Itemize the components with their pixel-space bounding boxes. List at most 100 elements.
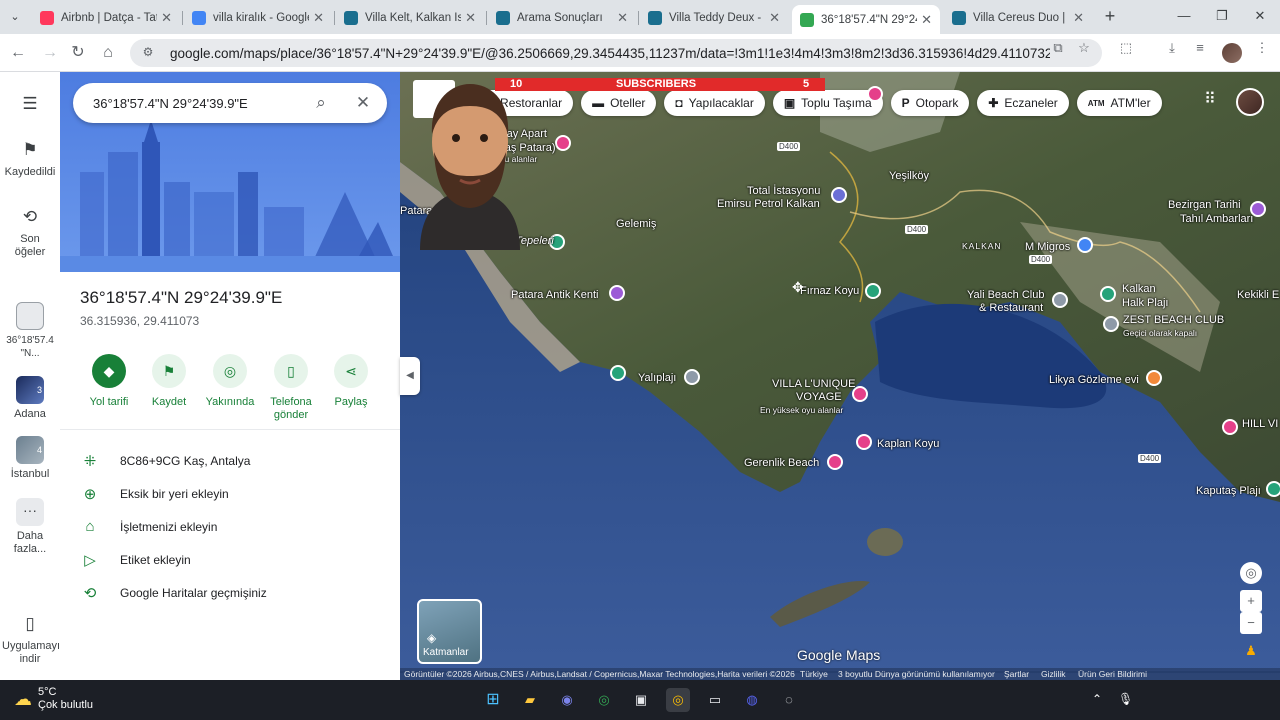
forward-icon[interactable]: →	[40, 43, 60, 63]
hotel-pin[interactable]	[555, 135, 571, 151]
address-bar[interactable]: ⚙ google.com/maps/place/36°18'57.4"N+29°…	[130, 39, 1102, 67]
nearby-button[interactable]: ◎ Yakınında	[199, 354, 261, 409]
map-label[interactable]: Total İstasyonu	[747, 185, 820, 197]
browser-tab[interactable]: Arama Sonuçları ✕	[488, 5, 636, 31]
tab-close-icon[interactable]: ✕	[769, 10, 780, 26]
google-apps-icon[interactable]: ⠿	[1200, 90, 1220, 110]
map-label[interactable]: Fırnaz Koyu	[800, 285, 859, 297]
windows-start-icon[interactable]: ⊞	[481, 688, 505, 712]
tab-close-icon[interactable]: ✕	[1073, 10, 1084, 26]
share-button[interactable]: ⋖ Paylaş	[320, 354, 382, 409]
maps-history-row[interactable]: ⟲ Google Haritalar geçmişiniz	[60, 576, 400, 609]
hotel-pin[interactable]	[1222, 419, 1238, 435]
map-label[interactable]: Kaputaş Plajı	[1196, 485, 1261, 497]
feedback-link[interactable]: Ürün Geri Bildirimi	[1078, 668, 1147, 680]
region-link[interactable]: Türkiye	[800, 668, 828, 680]
map-label[interactable]: Patara Antik Kenti	[511, 289, 598, 301]
teams-icon[interactable]: ◉	[555, 688, 579, 712]
map-label[interactable]: Kekikli E	[1237, 289, 1279, 301]
bar-pin[interactable]	[1052, 292, 1068, 308]
landmark-pin[interactable]	[609, 285, 625, 301]
install-app-icon[interactable]: ⧉	[1050, 40, 1066, 56]
media-control-icon[interactable]: ≡	[1192, 40, 1208, 56]
chrome-active-icon[interactable]: ◎	[666, 688, 690, 712]
map-label[interactable]: Kaplan Koyu	[877, 438, 939, 450]
minimize-icon[interactable]: —	[1174, 6, 1194, 26]
rail-get-app[interactable]: ▯ Uygulamayı indir	[0, 614, 60, 666]
rail-saved[interactable]: ⚑ Kaydedildi	[0, 140, 60, 179]
zoom-out-button[interactable]: −	[1240, 612, 1262, 634]
extensions-icon[interactable]: ⬚	[1118, 40, 1134, 56]
map-label[interactable]: Gelemiş	[616, 218, 656, 230]
tab-close-icon[interactable]: ✕	[161, 10, 172, 26]
send-to-phone-button[interactable]: ▯ Telefona gönder	[260, 354, 322, 422]
save-button[interactable]: ⚑ Kaydet	[138, 354, 200, 409]
map-label[interactable]: Bezirgan Tarihi	[1168, 199, 1241, 211]
map-label[interactable]: Emirsu Petrol Kalkan	[717, 198, 820, 210]
tab-search-icon[interactable]: ⌄	[6, 8, 24, 26]
obs-icon[interactable]: ◌	[777, 688, 801, 712]
maps-search-input[interactable]	[93, 95, 303, 111]
site-info-icon[interactable]: ⚙	[140, 45, 156, 61]
store-icon[interactable]: ▣	[629, 688, 653, 712]
file-explorer-icon[interactable]: ▰	[518, 688, 542, 712]
map-label[interactable]: Kalkan	[1122, 283, 1156, 295]
rail-istanbul[interactable]: 4 İstanbul	[0, 436, 60, 481]
map-label[interactable]: Yali Beach Club	[967, 289, 1044, 301]
download-icon[interactable]: ⤓	[1164, 40, 1180, 56]
browser-tab[interactable]: Villa Kelt, Kalkan İslan✕	[336, 5, 484, 31]
map-label[interactable]: Yalıplajı	[638, 372, 676, 384]
rail-more[interactable]: ··· Daha fazla...	[0, 498, 60, 556]
add-label-row[interactable]: ▷ Etiket ekleyin	[60, 543, 400, 576]
bookmark-star-icon[interactable]: ☆	[1076, 40, 1092, 56]
gas-station-pin[interactable]	[831, 187, 847, 203]
directions-button[interactable]: ◆ Yol tarifi	[78, 354, 140, 409]
map-label[interactable]: ZEST BEACH CLUB	[1123, 314, 1224, 326]
browser-tab[interactable]: 36°18'57.4"N 29°24'3 ✕	[792, 5, 940, 34]
browser-tab[interactable]: Villa Cereus Duo | Ka ✕	[944, 5, 1092, 31]
terms-link[interactable]: Şartlar	[1004, 668, 1029, 680]
browser-tab[interactable]: Villa Teddy Deux - Ka ✕	[640, 5, 788, 31]
restaurant-pin[interactable]	[1146, 370, 1162, 386]
account-avatar[interactable]	[1236, 88, 1264, 116]
tab-close-icon[interactable]: ✕	[921, 12, 932, 28]
new-tab-button[interactable]: +	[1100, 6, 1120, 26]
rail-recent-place[interactable]: 36°18'57.4 "N...	[0, 302, 60, 360]
privacy-link[interactable]: Gizlilik	[1041, 668, 1066, 680]
tab-close-icon[interactable]: ✕	[465, 10, 476, 26]
plus-code-row[interactable]: ⁜ 8C86+9CG Kaş, Antalya	[60, 444, 400, 477]
chip-atms[interactable]: ATM ATM'ler	[1076, 90, 1162, 116]
tab-close-icon[interactable]: ✕	[617, 10, 628, 26]
add-business-row[interactable]: ⌂ İşletmenizi ekleyin	[60, 510, 400, 543]
attraction-pin[interactable]	[856, 434, 872, 450]
layers-button[interactable]: ◈ Katmanlar	[417, 599, 482, 664]
back-icon[interactable]: ←	[8, 43, 28, 63]
search-icon[interactable]: ⌕	[311, 93, 331, 113]
maps-search-box[interactable]: ⌕ ✕	[73, 83, 387, 123]
add-missing-place-row[interactable]: ⊕ Eksik bir yeri ekleyin	[60, 477, 400, 510]
place-pin[interactable]	[684, 369, 700, 385]
chip-things-to-do[interactable]: ◘ Yapılacaklar	[664, 90, 765, 116]
shopping-pin[interactable]	[1077, 237, 1093, 253]
microphone-icon[interactable]: 🎙	[1118, 692, 1133, 706]
map-label[interactable]: HILL VI	[1242, 418, 1278, 430]
beach-pin[interactable]	[865, 283, 881, 299]
map-label[interactable]: Yeşilköy	[889, 170, 929, 182]
browser-tab[interactable]: Airbnb | Datça - Tatil ✕	[32, 5, 180, 31]
tab-close-icon[interactable]: ✕	[313, 10, 324, 26]
my-location-icon[interactable]: ◎	[1240, 562, 1262, 584]
beach-pin[interactable]	[1100, 286, 1116, 302]
browser-menu-icon[interactable]: ⋮	[1254, 40, 1270, 56]
browser-tab[interactable]: villa kiralık - Google ✕	[184, 5, 332, 31]
menu-icon[interactable]: ☰	[0, 94, 60, 120]
beach-pin[interactable]	[610, 365, 626, 381]
chip-parking[interactable]: P Otopark	[890, 90, 970, 116]
map-label[interactable]: KALKAN	[962, 241, 1002, 251]
map-label[interactable]: VILLA L'UNIQUE	[772, 378, 855, 390]
home-icon[interactable]: ⌂	[98, 43, 118, 63]
satellite-map[interactable]: ψRestoranlar ▬Oteller ◘Yapılacaklar ▣Top…	[400, 72, 1280, 680]
3d-unavailable-text[interactable]: 3 boyutlu Dünya görünümü kullanılamıyor	[838, 668, 995, 680]
reload-icon[interactable]: ↻	[68, 43, 88, 63]
map-label[interactable]: Gerenlik Beach	[744, 457, 819, 469]
close-icon[interactable]: ✕	[353, 93, 373, 113]
